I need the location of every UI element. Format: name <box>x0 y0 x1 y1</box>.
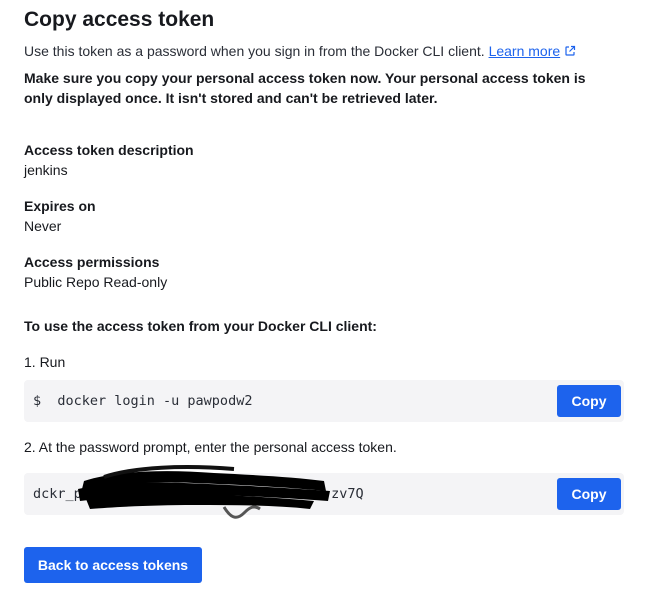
description-value: jenkins <box>24 162 68 178</box>
warning-message: Make sure you copy your personal access … <box>24 70 586 106</box>
external-link-icon <box>565 45 576 56</box>
expires-label: Expires on <box>24 198 96 214</box>
login-command-box: $ docker login -u pawpodw2 Copy <box>24 380 624 422</box>
step-2-label: 2. At the password prompt, enter the per… <box>24 439 397 455</box>
token-box: dckr_pat_ zv7Q Copy <box>24 465 624 519</box>
copy-command-button[interactable]: Copy <box>557 385 621 417</box>
description-label: Access token description <box>24 142 194 158</box>
instructions-heading: To use the access token from your Docker… <box>24 318 377 334</box>
token-value[interactable]: dckr_pat_ zv7Q <box>33 484 364 504</box>
subtitle-text: Use this token as a password when you si… <box>24 43 485 59</box>
learn-more-link[interactable]: Learn more <box>489 43 577 59</box>
learn-more-label: Learn more <box>488 43 561 59</box>
back-to-access-tokens-button[interactable]: Back to access tokens <box>24 547 202 583</box>
copy-token-button[interactable]: Copy <box>557 478 621 510</box>
expires-value: Never <box>24 218 62 234</box>
step-1-label: 1. Run <box>24 354 66 370</box>
token-suffix: zv7Q <box>331 486 364 502</box>
token-prefix: dckr_pat_ <box>33 486 107 502</box>
login-command[interactable]: $ docker login -u pawpodw2 <box>33 391 252 411</box>
page-title: Copy access token <box>24 8 215 31</box>
subtitle: Use this token as a password when you si… <box>24 41 576 61</box>
permissions-value: Public Repo Read-only <box>24 274 168 290</box>
permissions-label: Access permissions <box>24 254 160 270</box>
